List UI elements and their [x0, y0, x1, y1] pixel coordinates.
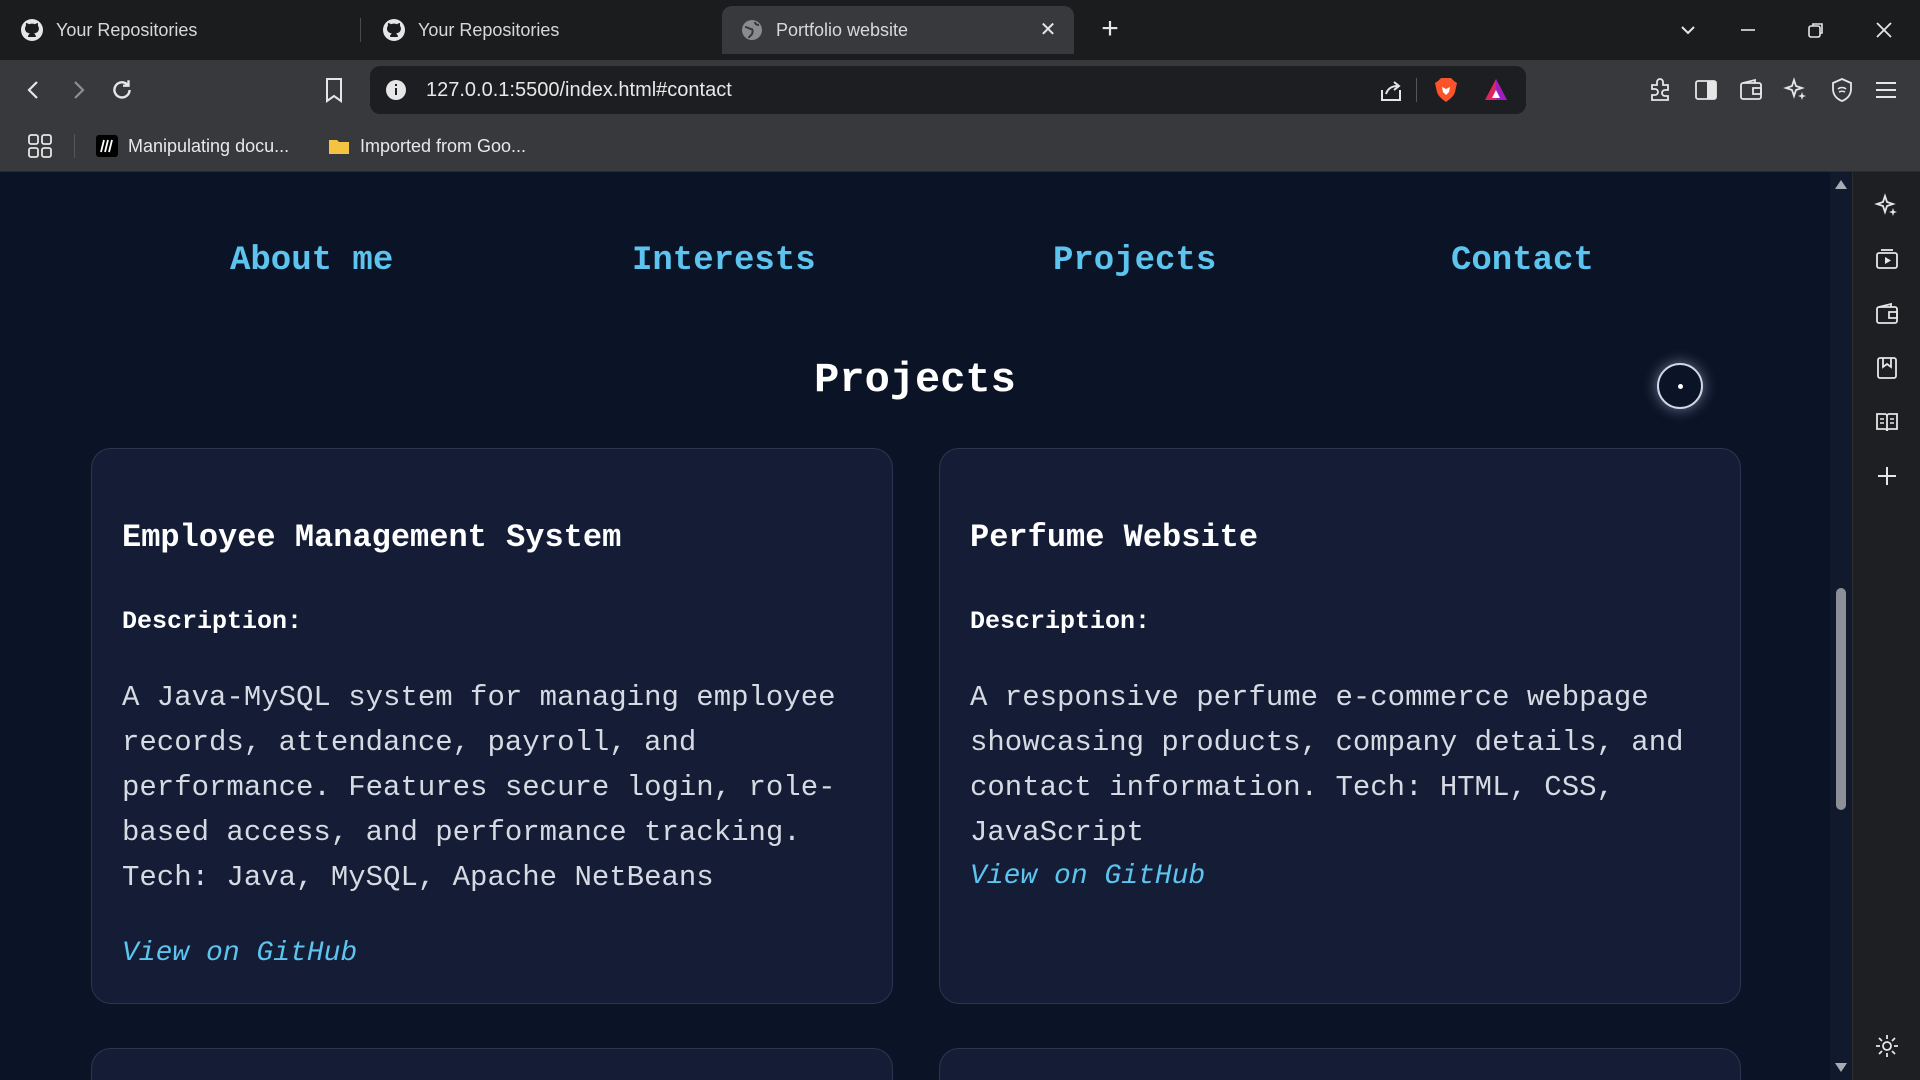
project-description: A Java-MySQL system for managing employe…: [122, 675, 872, 900]
browser-sidebar: [1852, 172, 1920, 1080]
bookmark-separator: [74, 134, 75, 158]
bookmark-icon[interactable]: [316, 72, 352, 108]
sidebar-settings-gear-icon[interactable]: [1873, 1032, 1901, 1060]
close-window-icon[interactable]: [1864, 10, 1904, 50]
github-link[interactable]: View on GitHub: [122, 938, 357, 969]
nav-link-contact[interactable]: Contact: [1451, 242, 1594, 280]
menu-icon[interactable]: [1868, 72, 1904, 108]
description-heading: Description:: [122, 607, 303, 636]
bookmark-folder-imported[interactable]: Imported from Goo...: [328, 132, 526, 160]
new-tab-button[interactable]: +: [1094, 14, 1126, 46]
scroll-up-arrow-icon[interactable]: [1835, 180, 1847, 189]
nav-link-interests[interactable]: Interests: [632, 242, 816, 280]
bookmark-label: Manipulating docu...: [128, 135, 290, 156]
leo-ai-icon[interactable]: [1873, 192, 1901, 220]
restore-icon[interactable]: [1796, 10, 1836, 50]
mdn-icon: [96, 135, 118, 157]
apps-grid-icon[interactable]: [26, 132, 54, 160]
tab-strip: Your Repositories Your Repositories Port…: [0, 0, 1920, 60]
section-title: Projects: [814, 356, 1016, 404]
wallet-icon[interactable]: [1733, 72, 1769, 108]
github-icon: [383, 19, 405, 41]
nav-link-about-me[interactable]: About me: [230, 242, 393, 280]
back-icon[interactable]: [16, 72, 52, 108]
project-card: [939, 1048, 1741, 1080]
scrollbar-thumb[interactable]: [1836, 588, 1846, 810]
tab-separator: [360, 18, 361, 42]
tab-your-repositories-1[interactable]: Your Repositories: [20, 6, 360, 54]
project-description: A responsive perfume e-commerce webpage …: [970, 675, 1720, 855]
tab-your-repositories-2[interactable]: Your Repositories: [382, 6, 712, 54]
brave-rewards-icon[interactable]: [1482, 76, 1510, 104]
media-player-icon[interactable]: [1873, 246, 1901, 274]
globe-icon: [742, 20, 762, 40]
scroll-down-arrow-icon[interactable]: [1835, 1063, 1847, 1072]
leo-ai-icon[interactable]: [1778, 72, 1814, 108]
bookmark-manipulating-docu[interactable]: Manipulating docu...: [96, 132, 289, 160]
sidebar-toggle-icon[interactable]: [1688, 72, 1724, 108]
description-line: A Java-MySQL system for managing employe…: [122, 681, 836, 714]
reading-list-icon[interactable]: [1873, 408, 1901, 436]
project-card: Employee Management System Description: …: [91, 448, 893, 1004]
tab-title: Portfolio website: [776, 19, 909, 40]
vpn-shield-icon[interactable]: [1824, 72, 1860, 108]
github-icon: [21, 19, 43, 41]
project-title: Employee Management System: [122, 519, 622, 556]
tab-portfolio-website[interactable]: Portfolio website ✕: [722, 6, 1074, 54]
browser-toolbar: 127.0.0.1:5500/index.html#contact: [0, 60, 1920, 120]
project-card: Perfume Website Description: A responsiv…: [939, 448, 1741, 1004]
brave-shields-icon[interactable]: [1432, 76, 1460, 104]
description-heading: Description:: [970, 607, 1151, 636]
site-info-icon[interactable]: [384, 78, 408, 102]
description-line: showcasing products, company details, an…: [970, 726, 1684, 759]
description-line: contact information. Tech: HTML, CSS,: [970, 771, 1614, 804]
reload-icon[interactable]: [104, 72, 140, 108]
tab-title: Your Repositories: [56, 19, 198, 40]
share-icon[interactable]: [1378, 78, 1404, 104]
bookmarks-bar: Manipulating docu... Imported from Goo..…: [0, 120, 1920, 172]
description-line: A responsive perfume e-commerce webpage: [970, 681, 1649, 714]
wallet-icon[interactable]: [1873, 300, 1901, 328]
bookmark-label: Imported from Goo...: [360, 135, 527, 156]
github-link[interactable]: View on GitHub: [970, 861, 1205, 892]
description-line: records, attendance, payroll, and: [122, 726, 697, 759]
moon-dot-icon: [1678, 384, 1683, 389]
folder-icon: [329, 140, 349, 154]
web-page: About me Interests Projects Contact Proj…: [0, 172, 1830, 1080]
forward-icon[interactable]: [60, 72, 96, 108]
tab-search-chevron-icon[interactable]: [1668, 10, 1708, 50]
nav-link-projects[interactable]: Projects: [1053, 242, 1216, 280]
bookmarks-panel-icon[interactable]: [1873, 354, 1901, 382]
url-text[interactable]: 127.0.0.1:5500/index.html#contact: [426, 79, 732, 102]
extensions-icon[interactable]: [1642, 72, 1678, 108]
tab-title: Your Repositories: [418, 19, 560, 40]
description-line: based access, and performance tracking.: [122, 816, 801, 849]
project-card: [91, 1048, 893, 1080]
description-line: performance. Features secure login, role…: [122, 771, 836, 804]
url-separator: [1416, 78, 1417, 102]
close-tab-icon[interactable]: ✕: [1038, 20, 1058, 40]
theme-toggle-button[interactable]: [1657, 363, 1703, 409]
page-scrollbar[interactable]: [1830, 172, 1852, 1080]
description-line: Tech: Java, MySQL, Apache NetBeans: [122, 861, 714, 894]
minimize-icon[interactable]: [1728, 10, 1768, 50]
description-line: JavaScript: [970, 816, 1145, 849]
address-bar[interactable]: 127.0.0.1:5500/index.html#contact: [370, 66, 1526, 114]
project-title: Perfume Website: [970, 519, 1259, 556]
add-panel-icon[interactable]: [1873, 462, 1901, 490]
